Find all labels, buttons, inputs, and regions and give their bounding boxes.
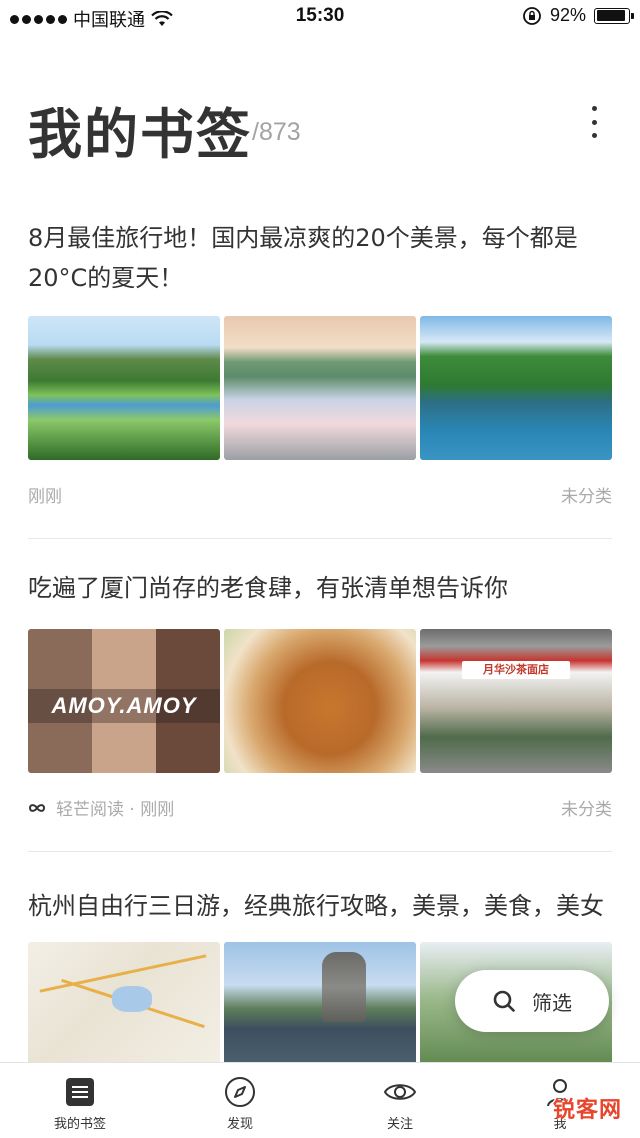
tab-label: 关注 <box>386 1117 413 1132</box>
divider <box>28 851 612 852</box>
search-icon <box>493 990 515 1012</box>
thumbnail-image: AMOY.AMOY <box>28 629 220 773</box>
tab-label: 我的书签 <box>53 1117 106 1132</box>
eye-icon <box>383 1084 417 1100</box>
filter-button[interactable]: 筛选 <box>455 970 609 1032</box>
card-title[interactable]: 8月最佳旅行地！国内最凉爽的20个美景，每个都是20°C的夏天！ <box>28 218 612 298</box>
watermark-logo: 锐客网 <box>552 1098 622 1123</box>
page-title: 我的书签 <box>28 103 252 166</box>
card-thumbnails: AMOY.AMOY 月华沙茶面店 <box>28 629 612 773</box>
bookmark-card[interactable]: 吃遍了厦门尚存的老食肆，有张清单想告诉你 AMOY.AMOY 月华沙茶面店 轻芒… <box>28 568 612 820</box>
bookmark-list-icon <box>66 1078 94 1106</box>
card-meta: 刚刚 未分类 <box>28 482 612 507</box>
shop-sign-text: 月华沙茶面店 <box>462 661 570 679</box>
tab-follow[interactable]: 关注 <box>320 1063 480 1138</box>
thumbnail-image <box>224 316 416 460</box>
card-category[interactable]: 未分类 <box>561 795 612 820</box>
compass-icon <box>225 1077 255 1107</box>
status-bar: 中国联通 15:30 92% <box>0 0 640 34</box>
battery-icon <box>594 7 634 24</box>
bookmark-card[interactable]: 8月最佳旅行地！国内最凉爽的20个美景，每个都是20°C的夏天！ 刚刚 未分类 <box>28 218 612 507</box>
thumbnail-image <box>224 629 416 773</box>
infinity-icon <box>28 803 46 812</box>
tab-discover[interactable]: 发现 <box>160 1063 320 1138</box>
bookmark-count: /873 <box>252 118 301 146</box>
thumbnail-overlay-text: AMOY.AMOY <box>28 689 220 723</box>
thumbnail-image <box>420 316 612 460</box>
tab-label: 发现 <box>226 1117 253 1132</box>
thumbnail-image <box>28 316 220 460</box>
divider <box>28 538 612 539</box>
battery-percent: 92% <box>549 5 586 25</box>
card-title[interactable]: 杭州自由行三日游，经典旅行攻略，美景，美食，美女 <box>28 886 612 926</box>
card-source: 轻芒阅读 · 刚刚 <box>56 800 175 820</box>
card-meta: 轻芒阅读 · 刚刚 未分类 <box>28 795 612 820</box>
thumbnail-image: 月华沙茶面店 <box>420 629 612 773</box>
more-vertical-icon[interactable] <box>588 106 600 138</box>
card-category[interactable]: 未分类 <box>561 482 612 507</box>
tab-bookmarks[interactable]: 我的书签 <box>0 1063 160 1138</box>
filter-label: 筛选 <box>532 990 572 1015</box>
card-time: 刚刚 <box>28 487 62 507</box>
battery-fill <box>596 10 626 21</box>
tab-bar: 我的书签 发现 关注 我 <box>0 1062 640 1138</box>
card-title[interactable]: 吃遍了厦门尚存的老食肆，有张清单想告诉你 <box>28 568 612 608</box>
status-right: 92% <box>522 5 634 26</box>
card-thumbnails <box>28 316 612 460</box>
rotation-lock-icon <box>523 6 541 25</box>
